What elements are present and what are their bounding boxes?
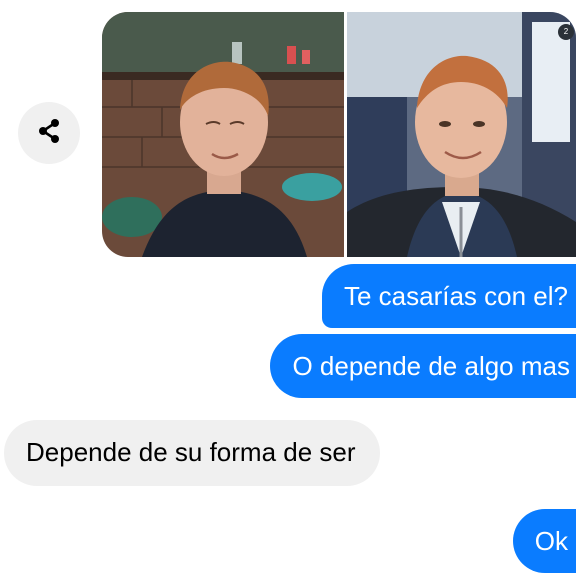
- message-bubble-outgoing[interactable]: Ok: [512, 509, 576, 573]
- photo-attachment-group[interactable]: 2: [102, 12, 576, 257]
- message-bubble-outgoing[interactable]: O depende de algo mas: [270, 334, 576, 398]
- message-bubble-outgoing[interactable]: Te casarías con el?: [321, 264, 576, 328]
- photo-selfie-bus[interactable]: 2: [347, 12, 576, 257]
- message-bubble-incoming[interactable]: Depende de su forma de ser: [4, 420, 380, 486]
- share-icon: [35, 117, 63, 150]
- photo-selfie-workshop[interactable]: [102, 12, 344, 257]
- share-button[interactable]: [18, 102, 80, 164]
- photo-count-badge: 2: [558, 24, 574, 40]
